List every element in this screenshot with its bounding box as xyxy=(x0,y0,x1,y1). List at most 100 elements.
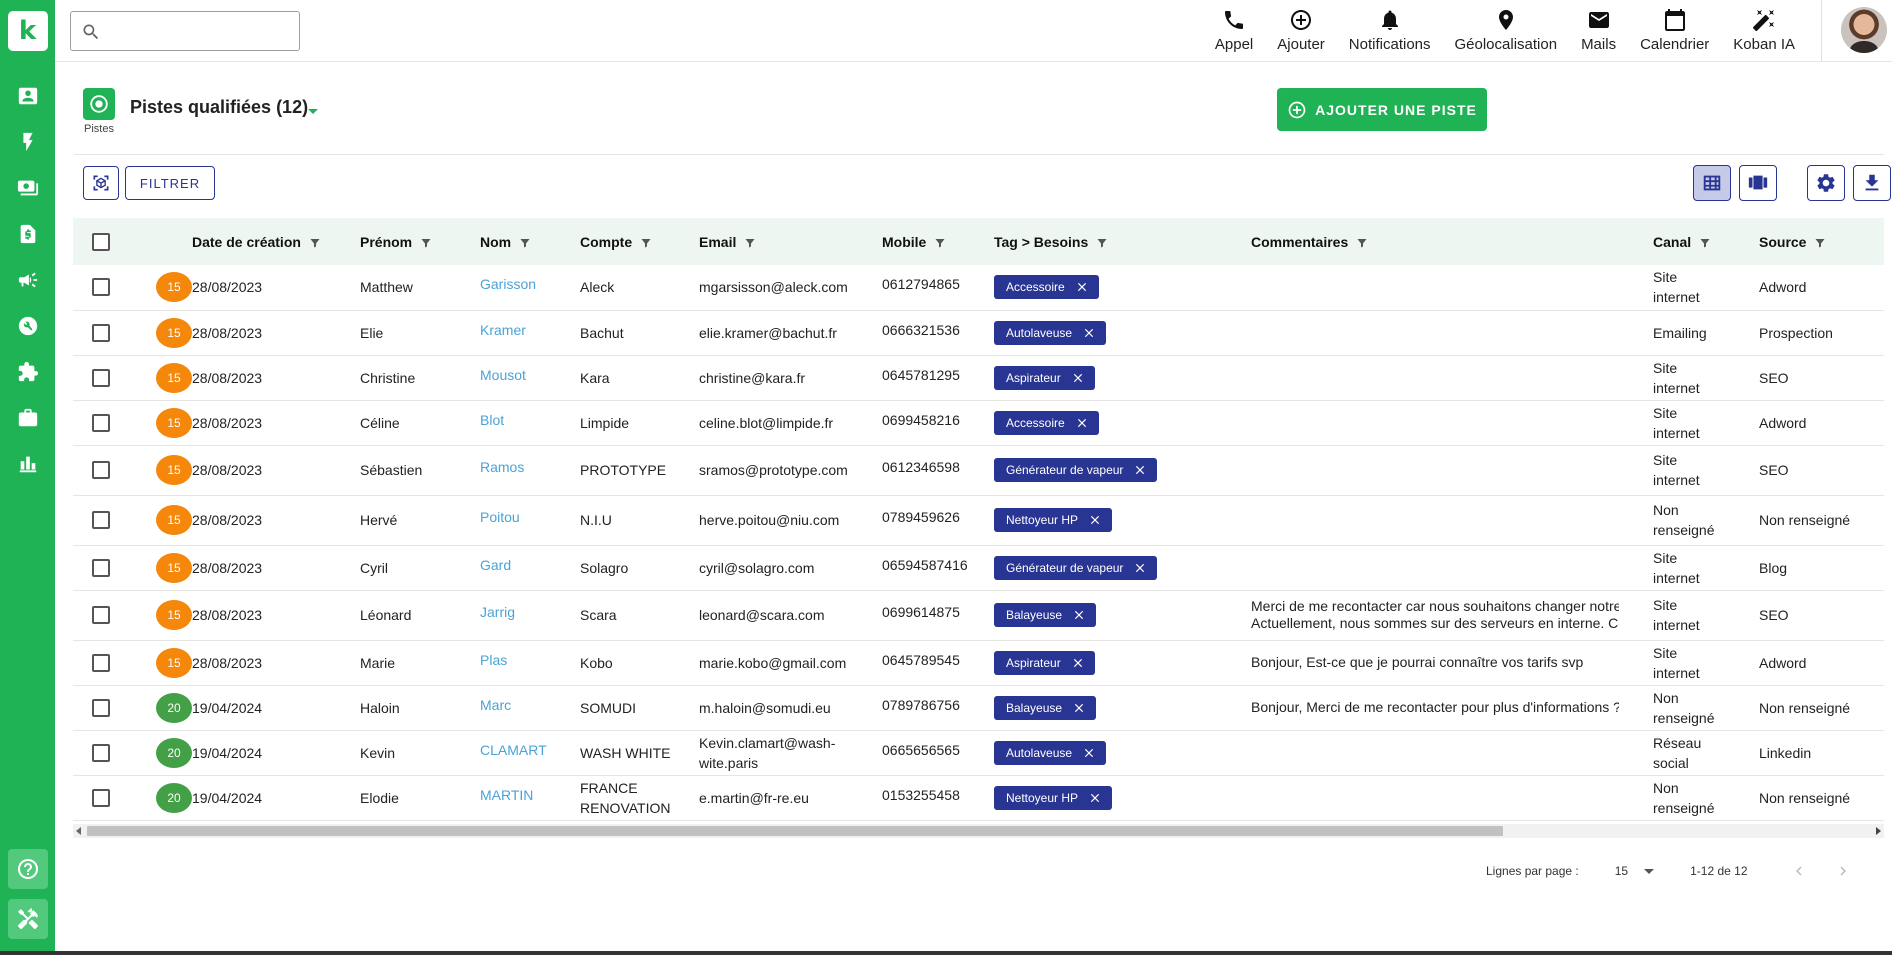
call-button[interactable]: Appel xyxy=(1203,8,1265,58)
pistes-badge[interactable] xyxy=(83,88,115,120)
table-row[interactable]: 15 28/08/2023 Hervé Poitou N.I.U herve.poitou… xyxy=(73,495,1884,546)
row-checkbox[interactable] xyxy=(92,368,110,387)
sidebar-item-extensions[interactable] xyxy=(0,349,55,395)
table-row[interactable]: 15 28/08/2023 Sébastien Ramos PROTOTYPE sramo… xyxy=(73,445,1884,496)
sidebar-item-reports[interactable] xyxy=(0,441,55,487)
header-canal[interactable]: Canal xyxy=(1647,218,1753,265)
scrollbar-thumb[interactable] xyxy=(87,826,1503,836)
tag-chip[interactable]: Générateur de vapeur xyxy=(994,458,1158,482)
lead-name-link[interactable]: Poitou xyxy=(480,509,520,525)
lead-name-link[interactable]: Garisson xyxy=(480,276,536,292)
row-checkbox[interactable] xyxy=(92,743,110,762)
row-checkbox[interactable] xyxy=(92,278,110,297)
close-icon[interactable] xyxy=(1072,608,1086,622)
row-checkbox[interactable] xyxy=(92,698,110,717)
close-icon[interactable] xyxy=(1075,280,1089,294)
header-commentaires[interactable]: Commentaires xyxy=(1251,218,1647,265)
header-nom[interactable]: Nom xyxy=(474,218,574,265)
table-row[interactable]: 20 19/04/2024 Kevin CLAMART WASH WHITE Kevin.… xyxy=(73,730,1884,776)
close-icon[interactable] xyxy=(1072,701,1086,715)
table-row[interactable]: 15 28/08/2023 Céline Blot Limpide celine.blot… xyxy=(73,400,1884,446)
tag-chip[interactable]: Aspirateur xyxy=(994,365,1095,390)
tools-button[interactable] xyxy=(7,899,48,939)
row-checkbox[interactable] xyxy=(92,413,110,432)
page-title[interactable]: Pistes qualifiées (12) xyxy=(130,97,308,118)
header-source[interactable]: Source xyxy=(1753,218,1884,265)
tag-chip[interactable]: Générateur de vapeur xyxy=(994,555,1158,580)
select-all-checkbox[interactable] xyxy=(92,232,110,251)
search-input[interactable] xyxy=(109,18,294,44)
lead-name-link[interactable]: MARTIN xyxy=(480,787,533,803)
koban-ia-button[interactable]: Koban IA xyxy=(1721,8,1807,58)
table-view-button[interactable] xyxy=(1693,165,1731,201)
filter-funnel-icon[interactable] xyxy=(1096,237,1108,249)
close-icon[interactable] xyxy=(1071,371,1085,385)
settings-button[interactable] xyxy=(1807,165,1845,201)
mails-button[interactable]: Mails xyxy=(1569,8,1628,58)
tag-chip[interactable]: Balayeuse xyxy=(994,695,1097,720)
tag-chip[interactable]: Autolaveuse xyxy=(994,740,1107,765)
sidebar-item-sales[interactable] xyxy=(0,165,55,211)
header-date[interactable]: Date de création xyxy=(186,218,354,265)
filter-funnel-icon[interactable] xyxy=(1356,237,1368,249)
close-icon[interactable] xyxy=(1082,746,1096,760)
scroll-right-arrow-icon[interactable] xyxy=(1876,827,1881,835)
row-checkbox[interactable] xyxy=(92,558,110,577)
tag-chip[interactable]: Aspirateur xyxy=(994,650,1095,675)
row-checkbox[interactable] xyxy=(92,788,110,807)
next-page-button[interactable] xyxy=(1832,860,1854,882)
header-tag[interactable]: Tag > Besoins xyxy=(988,218,1265,265)
rows-per-page-select[interactable]: 15 xyxy=(1615,864,1655,878)
geolocation-button[interactable]: Géolocalisation xyxy=(1443,8,1570,58)
table-row[interactable]: 15 28/08/2023 Léonard Jarrig Scara leonard@sc… xyxy=(73,590,1884,641)
row-checkbox[interactable] xyxy=(92,606,110,624)
filter-funnel-icon[interactable] xyxy=(934,237,946,249)
add-button[interactable]: Ajouter xyxy=(1265,8,1337,58)
tag-chip[interactable]: Nettoyeur HP xyxy=(994,508,1113,532)
help-button[interactable] xyxy=(7,849,48,889)
table-row[interactable]: 20 19/04/2024 Haloin Marc SOMUDI m.haloin@som… xyxy=(73,685,1884,731)
title-dropdown-caret-icon[interactable] xyxy=(308,109,318,114)
filter-button[interactable]: FILTRER xyxy=(125,166,215,200)
sidebar-item-contacts[interactable] xyxy=(0,73,55,119)
header-email[interactable]: Email xyxy=(693,218,876,265)
row-checkbox[interactable] xyxy=(92,461,110,479)
lead-name-link[interactable]: Gard xyxy=(480,557,511,573)
filter-funnel-icon[interactable] xyxy=(420,237,432,249)
close-icon[interactable] xyxy=(1088,513,1102,527)
sidebar-item-support[interactable] xyxy=(0,303,55,349)
sidebar-item-marketing[interactable] xyxy=(0,257,55,303)
tag-chip[interactable]: Accessoire xyxy=(994,410,1099,435)
lead-name-link[interactable]: Ramos xyxy=(480,459,524,475)
lead-name-link[interactable]: Marc xyxy=(480,697,511,713)
horizontal-scrollbar[interactable] xyxy=(73,824,1884,838)
filter-funnel-icon[interactable] xyxy=(1699,237,1711,249)
lead-name-link[interactable]: Plas xyxy=(480,652,507,668)
sidebar-item-leads[interactable] xyxy=(0,119,55,165)
tag-chip[interactable]: Autolaveuse xyxy=(994,320,1107,345)
table-row[interactable]: 20 19/04/2024 Elodie MARTIN FRANCE RENOVATIO… xyxy=(73,775,1884,821)
close-icon[interactable] xyxy=(1075,416,1089,430)
filter-funnel-icon[interactable] xyxy=(519,237,531,249)
filter-funnel-icon[interactable] xyxy=(640,237,652,249)
tag-chip[interactable]: Nettoyeur HP xyxy=(994,785,1113,810)
lead-name-link[interactable]: Jarrig xyxy=(480,604,515,620)
scan-button[interactable] xyxy=(83,166,119,200)
app-logo[interactable]: k xyxy=(7,11,48,51)
filter-funnel-icon[interactable] xyxy=(744,237,756,249)
tag-chip[interactable]: Accessoire xyxy=(994,275,1099,300)
calendar-button[interactable]: Calendrier xyxy=(1628,8,1721,58)
lead-name-link[interactable]: Kramer xyxy=(480,322,526,338)
lead-name-link[interactable]: CLAMART xyxy=(480,742,547,758)
table-row[interactable]: 15 28/08/2023 Cyril Gard Solagro cyril@solagr… xyxy=(73,545,1884,591)
previous-page-button[interactable] xyxy=(1788,860,1810,882)
table-row[interactable]: 15 28/08/2023 Christine Mousot Kara christine… xyxy=(73,355,1884,401)
avatar[interactable] xyxy=(1841,7,1887,53)
add-lead-button[interactable]: AJOUTER UNE PISTE xyxy=(1277,88,1487,131)
header-prenom[interactable]: Prénom xyxy=(354,218,474,265)
header-mobile[interactable]: Mobile xyxy=(876,218,988,265)
filter-funnel-icon[interactable] xyxy=(309,237,321,249)
notifications-button[interactable]: Notifications xyxy=(1337,8,1443,58)
scroll-left-arrow-icon[interactable] xyxy=(76,827,81,835)
table-row[interactable]: 15 28/08/2023 Matthew Garisson Aleck mgarsiss… xyxy=(73,265,1884,311)
